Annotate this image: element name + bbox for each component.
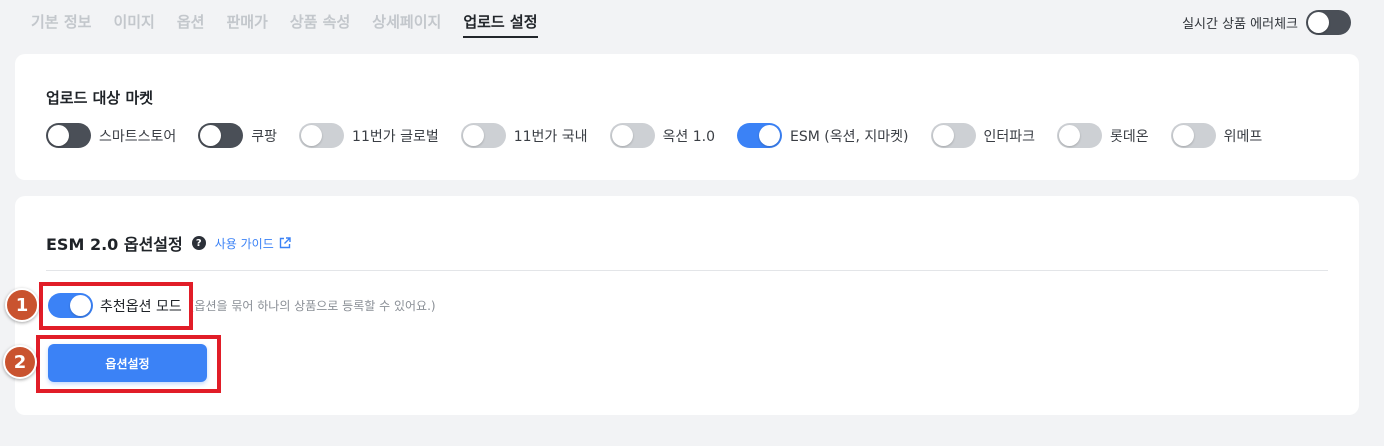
market-label: 11번가 글로벌 (352, 128, 439, 145)
market-lotteon-toggle[interactable] (1057, 123, 1103, 148)
market-auction-1-toggle[interactable] (609, 123, 655, 148)
step-badge-1: 1 (5, 288, 39, 322)
market-interpark-toggle[interactable] (930, 123, 976, 148)
section-divider (46, 270, 1328, 271)
toggle-knob (48, 125, 69, 146)
market-smartstore: 스마트스토어 (46, 123, 176, 148)
realtime-error-check-label: 실시간 상품 에러체크 (1182, 17, 1298, 32)
tab-detail-page[interactable]: 상세페이지 (372, 12, 441, 38)
step-badge-2: 2 (3, 345, 37, 379)
help-icon[interactable]: ? (191, 236, 206, 250)
upload-markets-card: 업로드 대상 마켓 스마트스토어 쿠팡 11번가 글로벌 11번가 국내 옥션 … (15, 54, 1359, 180)
market-11st-domestic-toggle[interactable] (460, 123, 506, 148)
market-auction-1: 옥션 1.0 (609, 123, 715, 148)
toggle-knob (200, 125, 222, 146)
market-11st-global: 11번가 글로벌 (299, 123, 439, 148)
market-label: ESM (옥션, 지마켓) (790, 128, 909, 145)
toggle-knob (1308, 12, 1329, 33)
recommend-option-mode-hint: (옵션을 묶어 하나의 상품으로 등록할 수 있어요.) (189, 299, 436, 313)
market-interpark: 인터파크 (930, 123, 1036, 148)
market-smartstore-toggle[interactable] (46, 123, 91, 148)
market-toggle-list: 스마트스토어 쿠팡 11번가 글로벌 11번가 국내 옥션 1.0 ESM (옥… (46, 123, 1284, 148)
esm-option-title: ESM 2.0 옵션설정 (46, 235, 183, 254)
toggle-knob (759, 125, 780, 146)
market-label: 인터파크 (983, 128, 1036, 145)
market-11st-global-toggle[interactable] (299, 123, 345, 148)
external-link-icon (279, 237, 291, 249)
market-coupang-toggle[interactable] (198, 123, 244, 148)
highlight-box-2 (36, 335, 221, 393)
tab-images[interactable]: 이미지 (113, 12, 154, 38)
market-label: 옥션 1.0 (662, 128, 715, 145)
tab-upload-settings[interactable]: 업로드 설정 (463, 12, 538, 38)
top-tab-bar: 기본 정보 이미지 옵션 판매가 상품 속성 상세페이지 업로드 설정 실시간 … (0, 0, 1384, 46)
market-label: 11번가 국내 (513, 128, 588, 145)
market-label: 스마트스토어 (99, 128, 177, 145)
market-wemakeprice-toggle[interactable] (1170, 123, 1216, 148)
market-lotteon: 롯데온 (1057, 123, 1149, 148)
toggle-knob (301, 125, 323, 146)
tab-attributes[interactable]: 상품 속성 (290, 12, 350, 38)
market-esm-toggle[interactable] (737, 123, 782, 148)
toggle-knob (611, 125, 633, 146)
toggle-knob (932, 125, 954, 146)
market-label: 롯데온 (1110, 128, 1149, 145)
tab-options[interactable]: 옵션 (177, 12, 205, 38)
toggle-knob (462, 125, 484, 146)
tab-basic-info[interactable]: 기본 정보 (31, 12, 91, 38)
toggle-knob (1059, 125, 1081, 146)
esm-option-header: ESM 2.0 옵션설정 ? 사용 가이드 (46, 231, 292, 255)
market-label: 위메프 (1223, 128, 1263, 145)
market-wemakeprice: 위메프 (1170, 123, 1263, 148)
usage-guide-link[interactable]: 사용 가이드 (215, 235, 292, 252)
market-label: 쿠팡 (251, 128, 278, 145)
upload-markets-title: 업로드 대상 마켓 (46, 89, 154, 107)
toggle-knob (1172, 125, 1194, 146)
tab-price[interactable]: 판매가 (226, 12, 267, 38)
market-esm: ESM (옥션, 지마켓) (737, 123, 909, 148)
realtime-error-check-toggle[interactable] (1306, 10, 1351, 35)
market-coupang: 쿠팡 (198, 123, 277, 148)
market-11st-domestic: 11번가 국내 (460, 123, 588, 148)
realtime-error-check: 실시간 상품 에러체크 (1182, 10, 1351, 35)
tab-list: 기본 정보 이미지 옵션 판매가 상품 속성 상세페이지 업로드 설정 (31, 12, 538, 38)
highlight-box-1 (39, 282, 193, 330)
usage-guide-label: 사용 가이드 (214, 236, 274, 251)
